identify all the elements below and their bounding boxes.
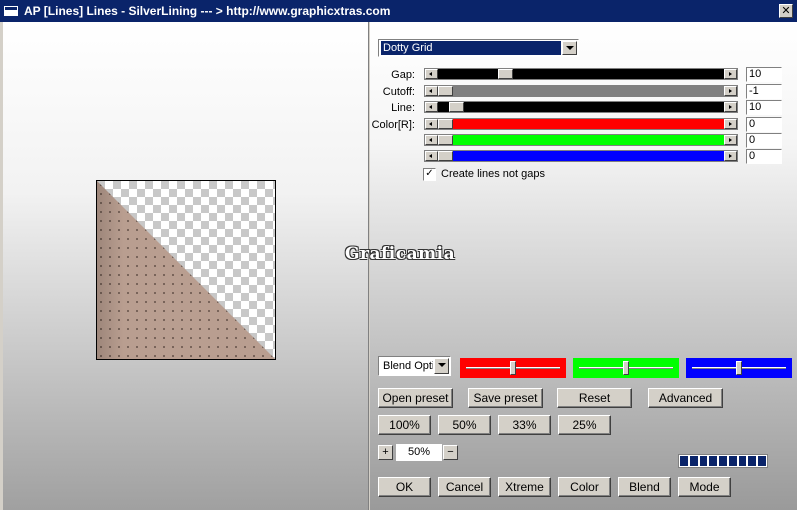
arrow-left-icon[interactable] xyxy=(425,102,438,112)
cancel-button[interactable]: Cancel xyxy=(438,477,491,497)
slider-fill xyxy=(438,151,724,161)
slider-thumb[interactable] xyxy=(438,119,453,129)
slider-value-gap[interactable]: 10 xyxy=(746,67,782,82)
slider-value-cutoff[interactable]: -1 xyxy=(746,84,782,99)
slider-label-cutoff: Cutoff: xyxy=(382,86,415,98)
create-lines-checkbox[interactable]: ✓ xyxy=(423,168,436,181)
arrow-right-icon[interactable] xyxy=(724,119,737,129)
slider-fill xyxy=(438,69,724,79)
blend-options-value: Blend Optic xyxy=(383,360,433,372)
zoom-25-button[interactable]: 25% xyxy=(558,415,611,435)
arrow-right-icon[interactable] xyxy=(724,86,737,96)
slider-row-cutoff: Cutoff: -1 xyxy=(0,84,797,99)
slider-value-color-b[interactable]: 0 xyxy=(746,149,782,164)
progress-segment xyxy=(709,456,718,466)
slider-value-color-r[interactable]: 0 xyxy=(746,117,782,132)
slider-fill xyxy=(438,102,724,112)
slider-cutoff[interactable] xyxy=(424,85,738,97)
blend-slider-thumb[interactable] xyxy=(510,361,516,375)
zoom-in-button[interactable]: + xyxy=(378,445,393,460)
chevron-down-icon[interactable] xyxy=(562,41,577,55)
save-preset-button[interactable]: Save preset xyxy=(468,388,543,408)
slider-color-g[interactable] xyxy=(424,134,738,146)
progress-segment xyxy=(758,456,767,466)
zoom-out-button[interactable]: − xyxy=(443,445,458,460)
arrow-left-icon[interactable] xyxy=(425,86,438,96)
blend-slider-green[interactable] xyxy=(573,358,679,378)
slider-row-color-b: 0 xyxy=(0,149,797,164)
create-lines-label: Create lines not gaps xyxy=(441,168,545,180)
slider-row-color-g: 0 xyxy=(0,133,797,148)
slider-line[interactable] xyxy=(424,101,738,113)
slider-thumb[interactable] xyxy=(438,135,453,145)
progress-segment xyxy=(719,456,727,466)
arrow-left-icon[interactable] xyxy=(425,69,438,79)
open-preset-button[interactable]: Open preset xyxy=(378,388,453,408)
slider-label-color-r: Color[R]: xyxy=(371,119,415,131)
xtreme-button[interactable]: Xtreme xyxy=(498,477,551,497)
slider-row-gap: Gap: 10 xyxy=(0,67,797,82)
advanced-button[interactable]: Advanced xyxy=(648,388,723,408)
slider-color-b[interactable] xyxy=(424,150,738,162)
reset-button[interactable]: Reset xyxy=(557,388,632,408)
blend-options-dropdown[interactable]: Blend Optic xyxy=(378,356,451,376)
progress-segment xyxy=(738,456,747,466)
color-button[interactable]: Color xyxy=(558,477,611,497)
slider-thumb[interactable] xyxy=(449,102,464,112)
effect-dropdown[interactable]: Dotty Grid xyxy=(378,39,579,57)
arrow-left-icon[interactable] xyxy=(425,151,438,161)
blend-slider-red[interactable] xyxy=(460,358,566,378)
blend-button[interactable]: Blend xyxy=(618,477,671,497)
blend-slider-thumb[interactable] xyxy=(736,361,742,375)
arrow-right-icon[interactable] xyxy=(724,69,737,79)
arrow-left-icon[interactable] xyxy=(425,119,438,129)
preview-image xyxy=(96,180,276,360)
slider-thumb[interactable] xyxy=(438,86,453,96)
preview-canvas xyxy=(97,181,275,359)
progress-segment xyxy=(748,456,757,466)
window-icon xyxy=(4,6,18,16)
slider-row-line: Line: 10 xyxy=(0,100,797,115)
slider-row-color-r: Color[R]: 0 xyxy=(0,117,797,132)
zoom-100-button[interactable]: 100% xyxy=(378,415,431,435)
progress-bar xyxy=(678,454,768,468)
progress-segment xyxy=(680,456,688,466)
slider-value-color-g[interactable]: 0 xyxy=(746,133,782,148)
arrow-right-icon[interactable] xyxy=(724,135,737,145)
watermark-text: Graficamia xyxy=(345,244,456,264)
arrow-right-icon[interactable] xyxy=(724,102,737,112)
slider-value-line[interactable]: 10 xyxy=(746,100,782,115)
zoom-33-button[interactable]: 33% xyxy=(498,415,551,435)
blend-slider-blue[interactable] xyxy=(686,358,792,378)
progress-segment xyxy=(689,456,698,466)
close-button[interactable]: ✕ xyxy=(779,4,793,18)
progress-segment xyxy=(728,456,737,466)
slider-fill xyxy=(438,119,724,129)
mode-button[interactable]: Mode xyxy=(678,477,731,497)
slider-gap[interactable] xyxy=(424,68,738,80)
slider-fill xyxy=(438,135,724,145)
title-bar: AP [Lines] Lines - SilverLining --- > ht… xyxy=(0,0,797,22)
slider-thumb[interactable] xyxy=(438,151,453,161)
blend-slider-thumb[interactable] xyxy=(623,361,629,375)
slider-thumb[interactable] xyxy=(498,69,513,79)
effect-dropdown-value: Dotty Grid xyxy=(381,41,561,55)
slider-fill xyxy=(438,86,724,96)
arrow-left-icon[interactable] xyxy=(425,135,438,145)
progress-segment xyxy=(699,456,708,466)
slider-label-gap: Gap: xyxy=(391,69,415,81)
arrow-right-icon[interactable] xyxy=(724,151,737,161)
chevron-down-icon[interactable] xyxy=(434,358,449,374)
zoom-50-button[interactable]: 50% xyxy=(438,415,491,435)
window-title: AP [Lines] Lines - SilverLining --- > ht… xyxy=(24,4,391,18)
slider-color-r[interactable] xyxy=(424,118,738,130)
slider-label-line: Line: xyxy=(391,102,415,114)
zoom-value-field[interactable]: 50% xyxy=(396,444,442,461)
ok-button[interactable]: OK xyxy=(378,477,431,497)
